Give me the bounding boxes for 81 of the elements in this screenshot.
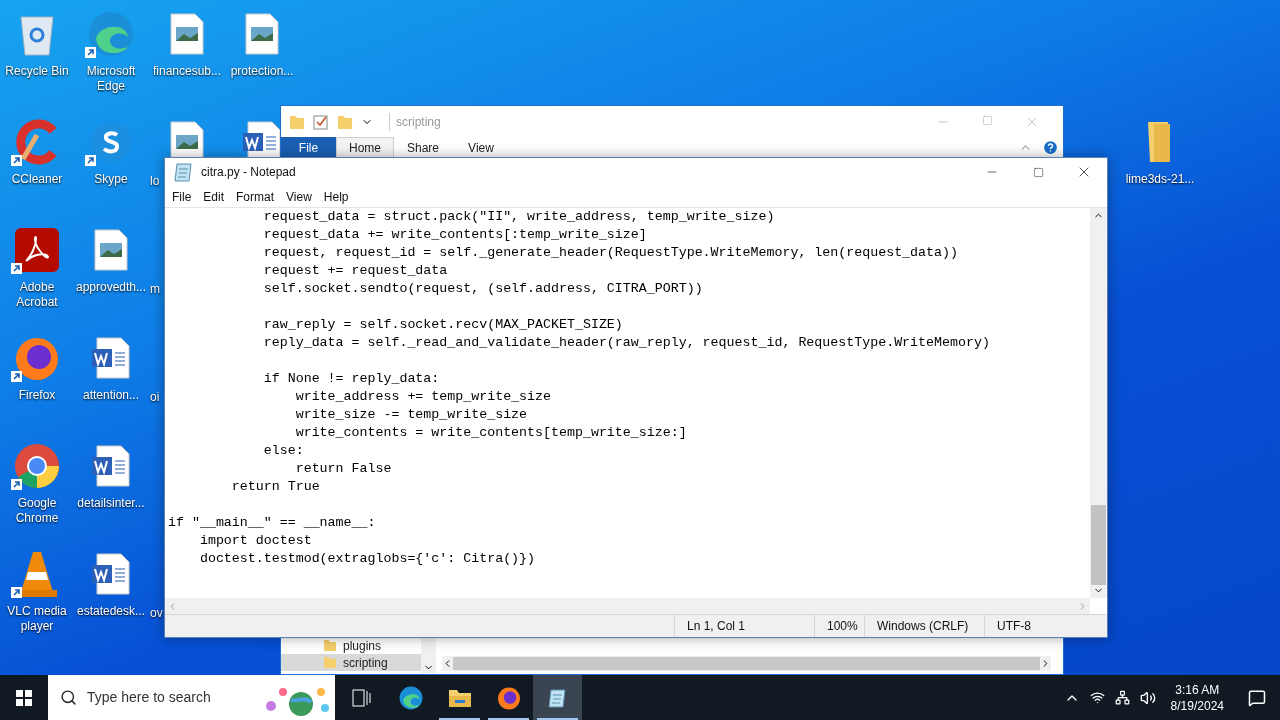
desktop-icon-label[interactable]: Adobe Acrobat	[0, 280, 74, 310]
notification-icon[interactable]	[1248, 688, 1266, 707]
folder-icon	[447, 687, 472, 708]
image-file-icon	[245, 13, 279, 55]
desktop-icon-label[interactable]: ov	[150, 606, 163, 621]
shortcut-arrow-icon	[11, 479, 22, 490]
taskbar-app-button[interactable]	[533, 675, 582, 720]
ribbon-tab[interactable]: Home	[336, 137, 394, 158]
ribbon-tab[interactable]: Share	[394, 137, 452, 158]
desktop-icon-label[interactable]: oi	[150, 390, 160, 405]
firefox-icon	[14, 335, 60, 381]
edge-icon	[88, 11, 134, 57]
nav-item[interactable]: scripting	[281, 654, 421, 671]
desktop-icon-label[interactable]: protection...	[230, 64, 294, 79]
scrollbar[interactable]	[421, 637, 436, 673]
folder-icon	[323, 656, 337, 669]
desktop-icon-label[interactable]: lo	[150, 174, 160, 189]
status-text: Windows (CRLF)	[864, 615, 984, 637]
scrollbar-thumb[interactable]	[1091, 505, 1106, 585]
desktop-icon-label[interactable]: Microsoft Edge	[74, 64, 148, 94]
nav-item[interactable]: plugins	[281, 637, 421, 654]
desktop-icon-label[interactable]: financesub...	[152, 64, 221, 79]
acrobat-icon	[14, 227, 60, 273]
desktop-icon-label[interactable]: Skype	[94, 172, 128, 187]
file-tab[interactable]: File	[281, 137, 336, 158]
desktop-icon-label[interactable]: approvedth...	[75, 280, 147, 295]
running-indicator	[488, 718, 529, 720]
search-icon	[60, 689, 77, 706]
menu-item[interactable]: Edit	[197, 187, 231, 206]
desktop-icon-label[interactable]: estatedesk...	[76, 604, 145, 619]
window-title: citra.py - Notepad	[201, 164, 296, 181]
desktop-icon-label[interactable]: VLC media player	[0, 604, 74, 634]
menu-item[interactable]: File	[166, 187, 198, 206]
search-field[interactable]: Type here to search	[48, 675, 335, 720]
windows-logo-icon	[16, 689, 32, 706]
horizontal-scrollbar[interactable]	[442, 656, 1051, 671]
menu-item[interactable]: Format	[230, 187, 281, 206]
edge-icon	[398, 685, 423, 710]
status-text: Ln 1, Col 1	[674, 615, 814, 637]
clock[interactable]: 3:16 AM 8/19/2024	[1160, 681, 1234, 714]
shortcut-arrow-icon	[11, 371, 22, 382]
shortcut-arrow-icon	[85, 155, 96, 166]
vertical-scrollbar[interactable]	[1090, 208, 1107, 598]
notepad-icon	[173, 161, 195, 183]
desktop-icon-label[interactable]: Google Chrome	[0, 496, 74, 526]
ribbon-tab[interactable]: View	[452, 137, 510, 158]
skype-icon	[89, 120, 133, 164]
properties-icon	[313, 113, 329, 130]
desktop-icon-label[interactable]: Firefox	[18, 388, 56, 403]
desktop-icon-label[interactable]: detailsinter...	[77, 496, 145, 511]
notepad-icon	[546, 686, 569, 709]
running-indicator	[439, 718, 480, 720]
image-file-icon	[94, 229, 128, 271]
network-icon[interactable]	[1114, 690, 1130, 705]
running-indicator	[537, 718, 578, 720]
volume-icon[interactable]	[1139, 689, 1156, 706]
shortcut-arrow-icon	[11, 587, 22, 598]
status-text: 100%	[814, 615, 864, 637]
status-text: UTF-8	[984, 615, 1107, 637]
word-document-icon	[91, 445, 131, 487]
desktop-icon-label[interactable]: attention...	[82, 388, 139, 403]
help-icon[interactable]	[1042, 139, 1059, 156]
firefox-icon	[496, 685, 521, 710]
desktop-icon-label[interactable]: CCleaner	[11, 172, 63, 187]
shortcut-arrow-icon	[11, 155, 22, 166]
menu-item[interactable]: View	[280, 187, 318, 206]
image-file-icon	[170, 13, 204, 55]
shortcut-arrow-icon	[85, 47, 96, 58]
task-view-icon	[351, 688, 372, 707]
shortcut-arrow-icon	[11, 263, 22, 274]
desktop-icon-label[interactable]: m	[150, 282, 160, 297]
chrome-icon	[14, 443, 60, 489]
folder-icon	[337, 113, 353, 130]
word-document-icon	[91, 553, 131, 595]
editor-text[interactable]: request_data = struct.pack("II", write_address, temp_write_size) request_data += write_contents[:temp_write_size] request, request_id = self._generate_header(RequestType.WriteMemory, len(request_data)) request += request_data self.socket.sendto(request, (self.address, CITRA_PORT)) raw_reply = self.socket.recv(MAX_PACKET_SIZE) reply_data = self._read_and_validate_header(raw_reply, request_id, RequestType.WriteMemory) if None != reply_data: write_address += temp_write_size write_size -= temp_write_size write_contents = write_contents[temp_write_size:] else: return False return True if "__main__" == __name__: import doctest doctest.testmod(extraglobs={'c': Citra()})	[165, 208, 1090, 598]
desktop-icon-label[interactable]: lime3ds-21...	[1125, 172, 1195, 187]
maximize-icon	[1032, 166, 1044, 178]
folder-icon	[289, 113, 305, 130]
word-document-icon	[91, 337, 131, 379]
menu-item[interactable]: Help	[317, 187, 355, 206]
window-title: scripting	[389, 112, 441, 131]
